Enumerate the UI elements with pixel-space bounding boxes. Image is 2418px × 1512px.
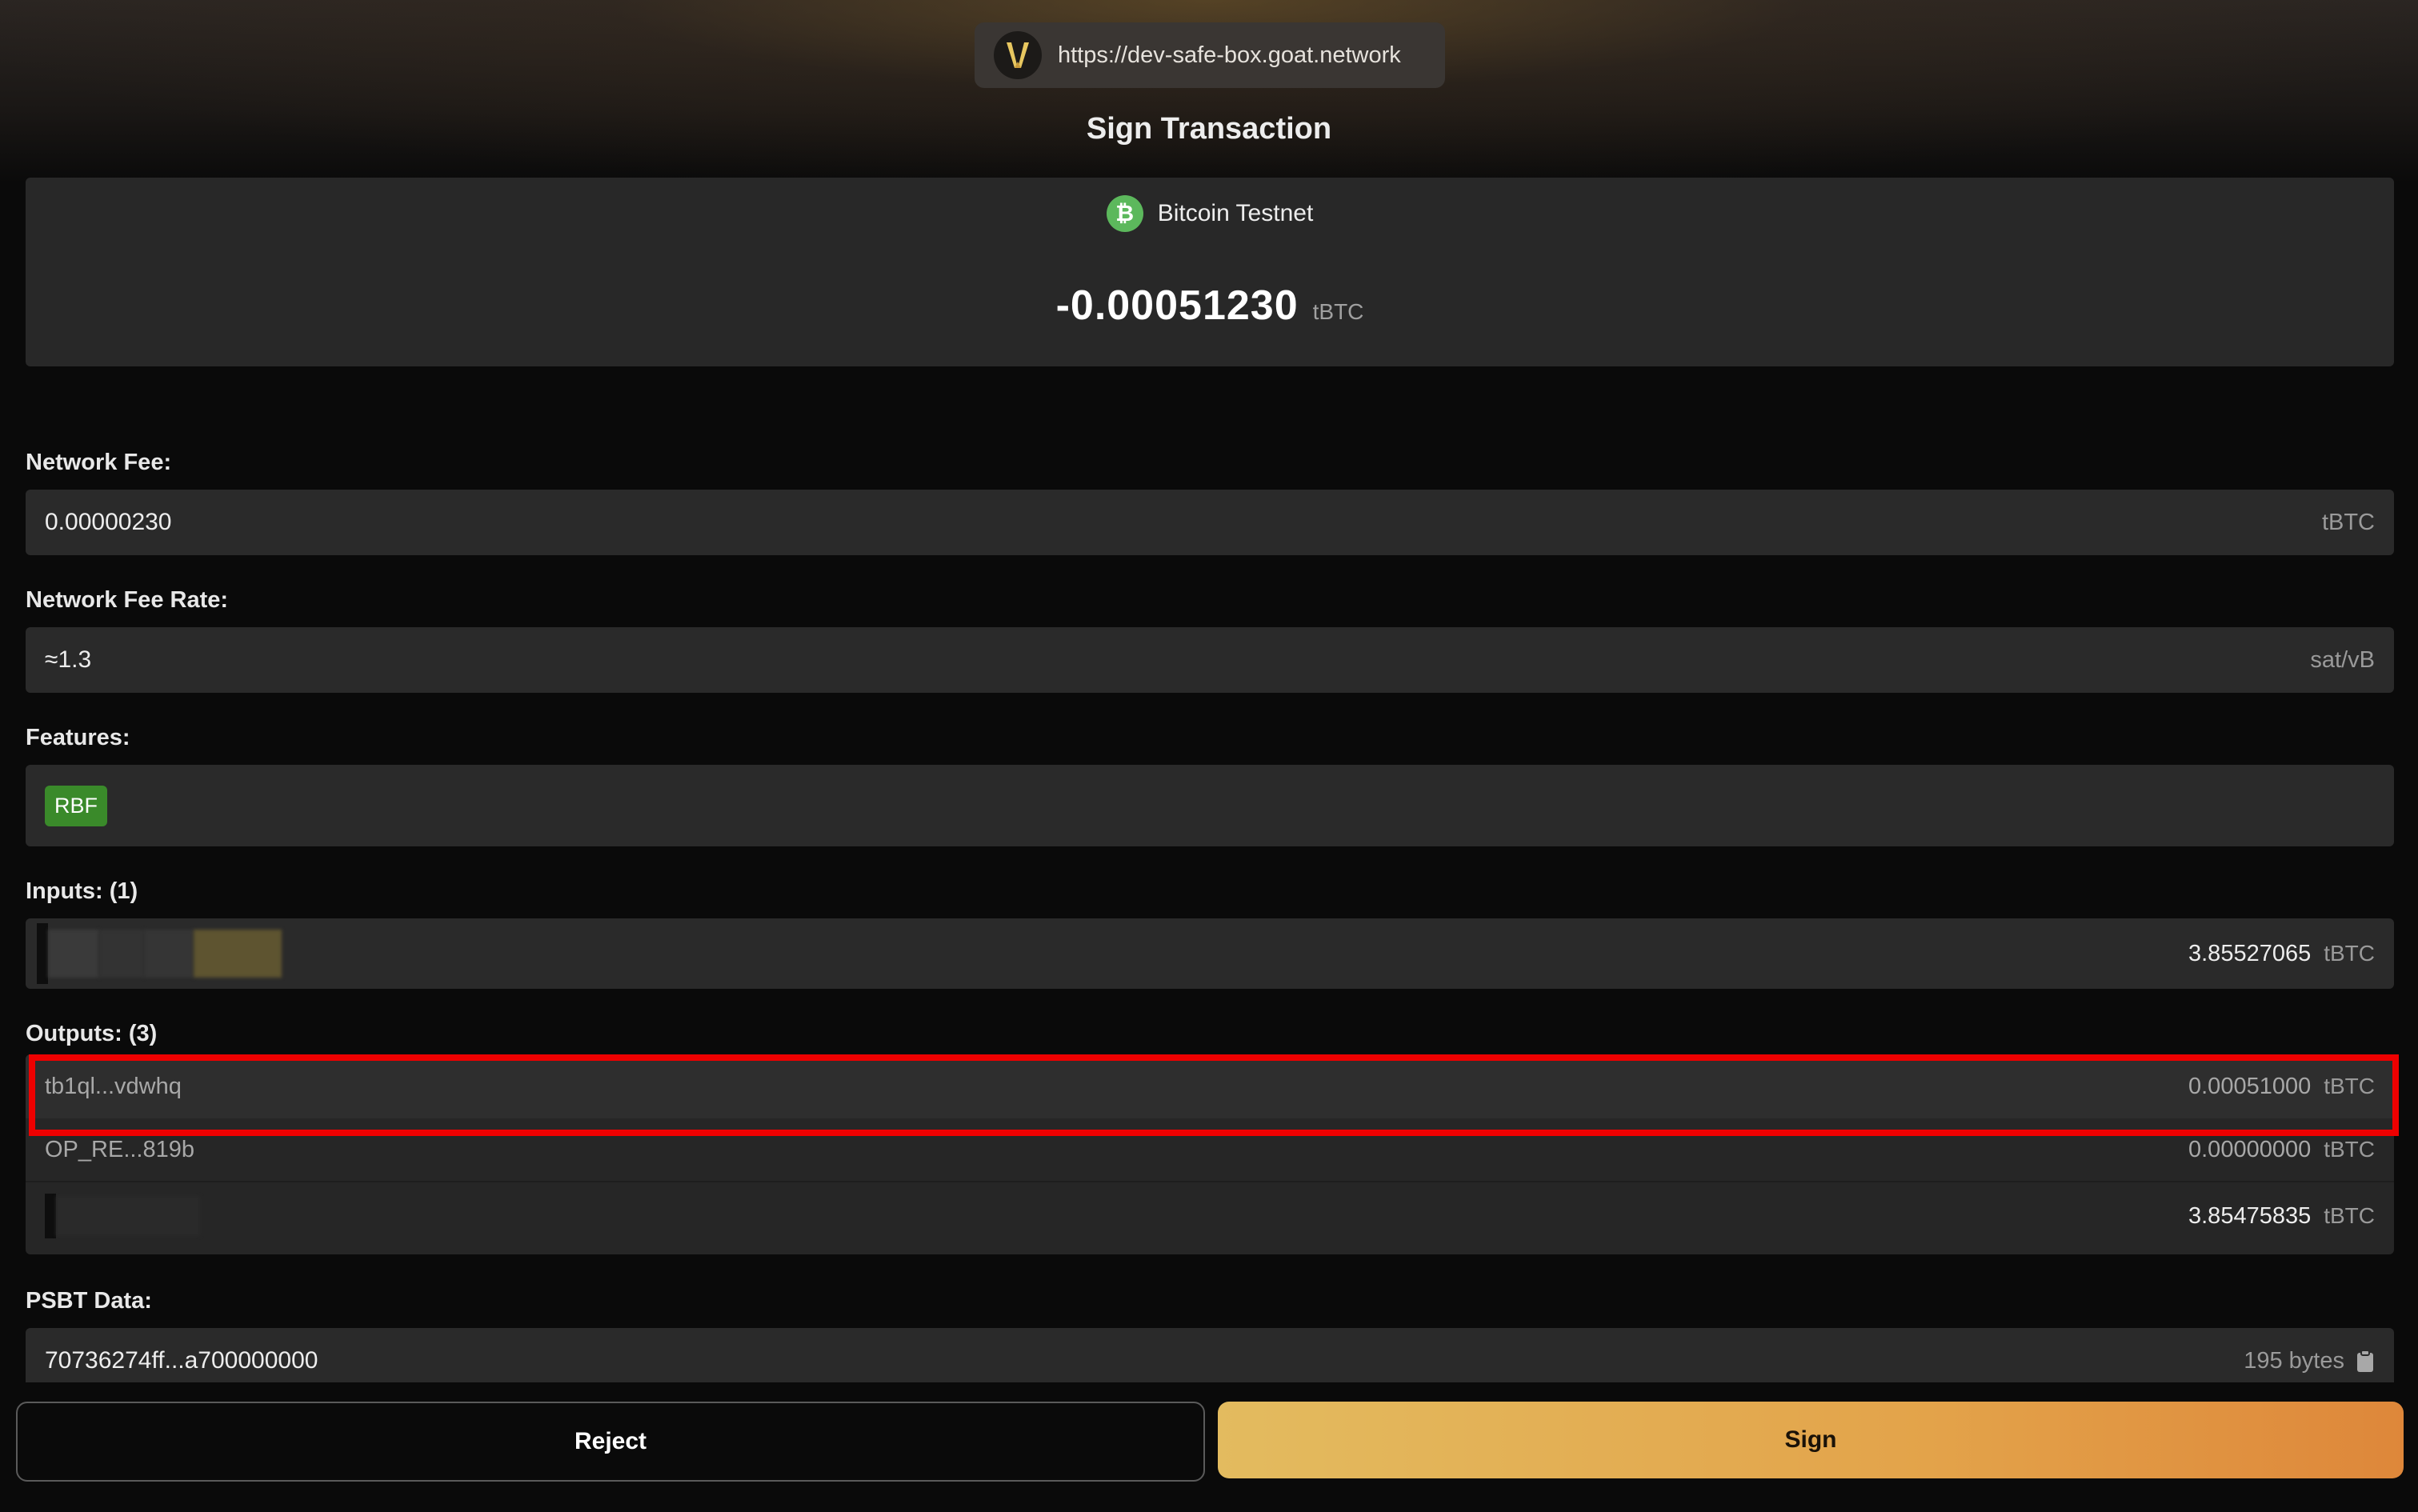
bitcoin-icon: ₿ — [1106, 195, 1143, 232]
fee-rate-label: Network Fee Rate: — [26, 587, 229, 613]
input-row: 3.85527065 tBTC — [26, 918, 2394, 989]
output-amount-value: 3.85475835 — [2188, 1202, 2312, 1229]
sign-button[interactable]: Sign — [1218, 1402, 2404, 1478]
rbf-badge: RBF — [45, 785, 107, 826]
total-amount: -0.00051230 — [1055, 282, 1299, 329]
input-amount-unit: tBTC — [2324, 940, 2375, 966]
network-fee-value: 0.00000230 — [45, 509, 172, 535]
output-amount: 0.00000000 tBTC — [2188, 1137, 2375, 1163]
origin-pill: https://dev-safe-box.goat.network — [975, 22, 1445, 88]
network-row: ₿ Bitcoin Testnet — [26, 195, 2394, 232]
origin-url: https://dev-safe-box.goat.network — [1058, 42, 1401, 68]
output-amount: 3.85475835 tBTC — [2188, 1203, 2375, 1230]
psbt-label: PSBT Data: — [26, 1288, 152, 1314]
output-address: OP_RE...819b — [45, 1136, 194, 1162]
inputs-label: Inputs: (1) — [26, 878, 138, 904]
input-amount: 3.85527065 tBTC — [2188, 941, 2375, 967]
input-amount-value: 3.85527065 — [2188, 940, 2312, 966]
goat-logo-icon — [994, 31, 1042, 79]
output-amount-unit: tBTC — [2324, 1202, 2375, 1228]
fee-rate-field: ≈1.3 sat/vB — [26, 627, 2394, 693]
features-field: RBF — [26, 765, 2394, 846]
page-title: Sign Transaction — [1086, 112, 1332, 146]
reject-button[interactable]: Reject — [16, 1402, 1205, 1482]
amount-unit: tBTC — [1312, 299, 1364, 324]
network-fee-field: 0.00000230 tBTC — [26, 490, 2394, 555]
psbt-value: 70736274ff...a700000000 — [45, 1347, 318, 1374]
output-amount-value: 0.00000000 — [2188, 1136, 2312, 1162]
output-amount-unit: tBTC — [2324, 1136, 2375, 1162]
clipboard-icon[interactable] — [2356, 1349, 2375, 1373]
psbt-size: 195 bytes — [2244, 1347, 2344, 1374]
amount-row: -0.00051230 tBTC — [26, 282, 2394, 330]
fee-rate-value: ≈1.3 — [45, 646, 92, 673]
output-address-redacted — [45, 1186, 200, 1246]
transaction-summary-card: ₿ Bitcoin Testnet -0.00051230 tBTC — [26, 178, 2394, 366]
features-label: Features: — [26, 725, 130, 750]
input-address-redacted — [37, 923, 282, 984]
outputs-label: Outputs: (3) — [26, 1021, 158, 1046]
network-name: Bitcoin Testnet — [1157, 200, 1314, 226]
fee-rate-unit: sat/vB — [2310, 646, 2375, 673]
output-row: 3.85475835 tBTC — [26, 1184, 2394, 1248]
highlight-box — [29, 1054, 2399, 1136]
network-fee-label: Network Fee: — [26, 450, 172, 475]
network-fee-unit: tBTC — [2321, 509, 2375, 535]
